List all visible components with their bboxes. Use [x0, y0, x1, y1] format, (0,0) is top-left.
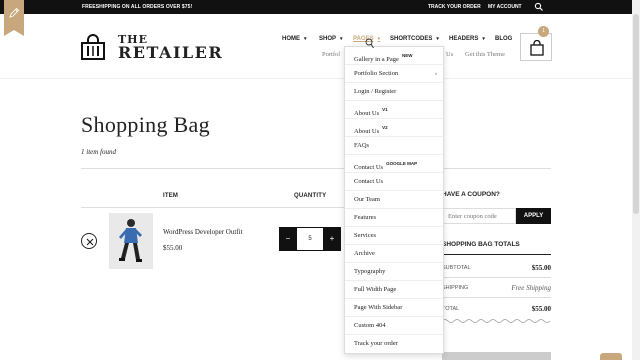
subnav-about-us[interactable]: Us: [446, 51, 453, 58]
chevron-down-icon: ▾: [436, 36, 439, 42]
nav-shop[interactable]: SHOP ▾: [319, 36, 343, 42]
cart-count-badge: 1: [538, 26, 549, 37]
totals-heading-divider: [442, 254, 551, 255]
coupon-input[interactable]: [442, 208, 516, 224]
dropdown-item-gallery[interactable]: Gallery in a PageNEW: [345, 47, 443, 65]
shipping-label: SHIPPING: [442, 285, 469, 291]
quantity-input[interactable]: 5: [297, 227, 323, 251]
dropdown-item-contact-map[interactable]: Contact UsGOOGLE MAP: [345, 155, 443, 173]
subnav-get-theme[interactable]: Get this Theme: [465, 51, 505, 58]
dropdown-item-archive[interactable]: Archive: [345, 245, 443, 263]
column-header-quantity: QUANTITY: [294, 193, 327, 199]
nav-headers[interactable]: HEADERS ▾: [449, 36, 485, 42]
subtotal-value: $55.00: [531, 264, 551, 272]
column-header-item: ITEM: [163, 193, 179, 199]
corner-tab[interactable]: [600, 353, 622, 360]
dropdown-item-track-order[interactable]: Track your order: [345, 335, 443, 353]
quantity-increase-button[interactable]: +: [323, 227, 341, 251]
mouse-cursor-icon: [365, 38, 374, 49]
product-thumbnail[interactable]: [109, 213, 153, 269]
header-divider: [0, 78, 640, 79]
totals-heading: SHOPPING BAG TOTALS: [442, 241, 520, 248]
subtotal-label: SUBTOTAL: [442, 265, 471, 271]
nav-blog[interactable]: BLOG: [495, 36, 512, 42]
title-divider: [81, 168, 551, 169]
close-icon: [86, 238, 94, 246]
nav-shortcodes[interactable]: SHORTCODES ▾: [390, 36, 439, 42]
shopping-bag-icon[interactable]: [80, 34, 106, 60]
logo-retailer[interactable]: RETAILER: [118, 43, 223, 62]
dropdown-item-about-v2[interactable]: About UsV2: [345, 119, 443, 137]
chevron-down-icon: ▾: [377, 36, 381, 42]
top-bar: FREESHIPPING ON ALL ORDERS OVER $75! TRA…: [0, 0, 640, 14]
apply-coupon-button[interactable]: APPLY: [516, 208, 551, 224]
chevron-down-icon: ▾: [304, 36, 307, 42]
remove-item-button[interactable]: [81, 233, 97, 249]
customizer-tab[interactable]: [4, 0, 24, 36]
dropdown-item-typography[interactable]: Typography: [345, 263, 443, 281]
dropdown-item-portfolio[interactable]: Portfolio Section ›: [345, 65, 443, 83]
item-count: 1 item found: [81, 148, 116, 156]
nav-home[interactable]: HOME ▾: [282, 36, 307, 42]
chevron-down-icon: ▾: [482, 36, 485, 42]
search-icon[interactable]: [534, 2, 544, 12]
product-price: $55.00: [163, 244, 183, 252]
page-scrollbar[interactable]: [632, 0, 640, 360]
cart-bag-icon: [530, 40, 544, 56]
dropdown-item-our-team[interactable]: Our Team: [345, 191, 443, 209]
quantity-decrease-button[interactable]: −: [279, 227, 297, 251]
cart-button[interactable]: [520, 33, 552, 61]
chevron-right-icon: ›: [435, 71, 437, 77]
dropdown-item-sidebar[interactable]: Page With Sidebar: [345, 299, 443, 317]
scrollbar-thumb[interactable]: [633, 14, 639, 214]
dropdown-item-login[interactable]: Login / Register: [345, 83, 443, 101]
shipping-value: Free Shipping: [511, 284, 551, 292]
totals-divider: [442, 277, 551, 278]
coupon-heading: HAVE A COUPON?: [442, 191, 500, 198]
dropdown-item-full-width[interactable]: Full Width Page: [345, 281, 443, 299]
total-value: $55.00: [531, 305, 551, 313]
dropdown-item-custom-404[interactable]: Custom 404: [345, 317, 443, 335]
page-title: Shopping Bag: [81, 112, 210, 137]
chevron-down-icon: ▾: [340, 36, 343, 42]
product-name-link[interactable]: WordPress Developer Outfit: [163, 228, 243, 236]
dropdown-item-about-v1[interactable]: About UsV1: [345, 101, 443, 119]
quantity-stepper: − 5 +: [279, 227, 341, 251]
dropdown-item-contact[interactable]: Contact Us: [345, 173, 443, 191]
subnav-portfolio[interactable]: Portfol: [322, 51, 340, 58]
totals-divider: [442, 297, 551, 298]
track-order-link[interactable]: TRACK YOUR ORDER: [428, 4, 481, 10]
wavy-divider: [442, 319, 551, 323]
checkout-button[interactable]: [442, 352, 551, 360]
dropdown-item-features[interactable]: Features: [345, 209, 443, 227]
my-account-link[interactable]: MY ACCOUNT: [488, 4, 522, 10]
total-label: TOTAL: [442, 306, 460, 312]
dropdown-item-services[interactable]: Services: [345, 227, 443, 245]
pencil-icon: [9, 7, 20, 18]
pages-dropdown-menu: Gallery in a PageNEW Portfolio Section › …: [344, 46, 444, 354]
dropdown-item-faqs[interactable]: FAQs: [345, 137, 443, 155]
promo-text: FREESHIPPING ON ALL ORDERS OVER $75!: [82, 4, 193, 10]
